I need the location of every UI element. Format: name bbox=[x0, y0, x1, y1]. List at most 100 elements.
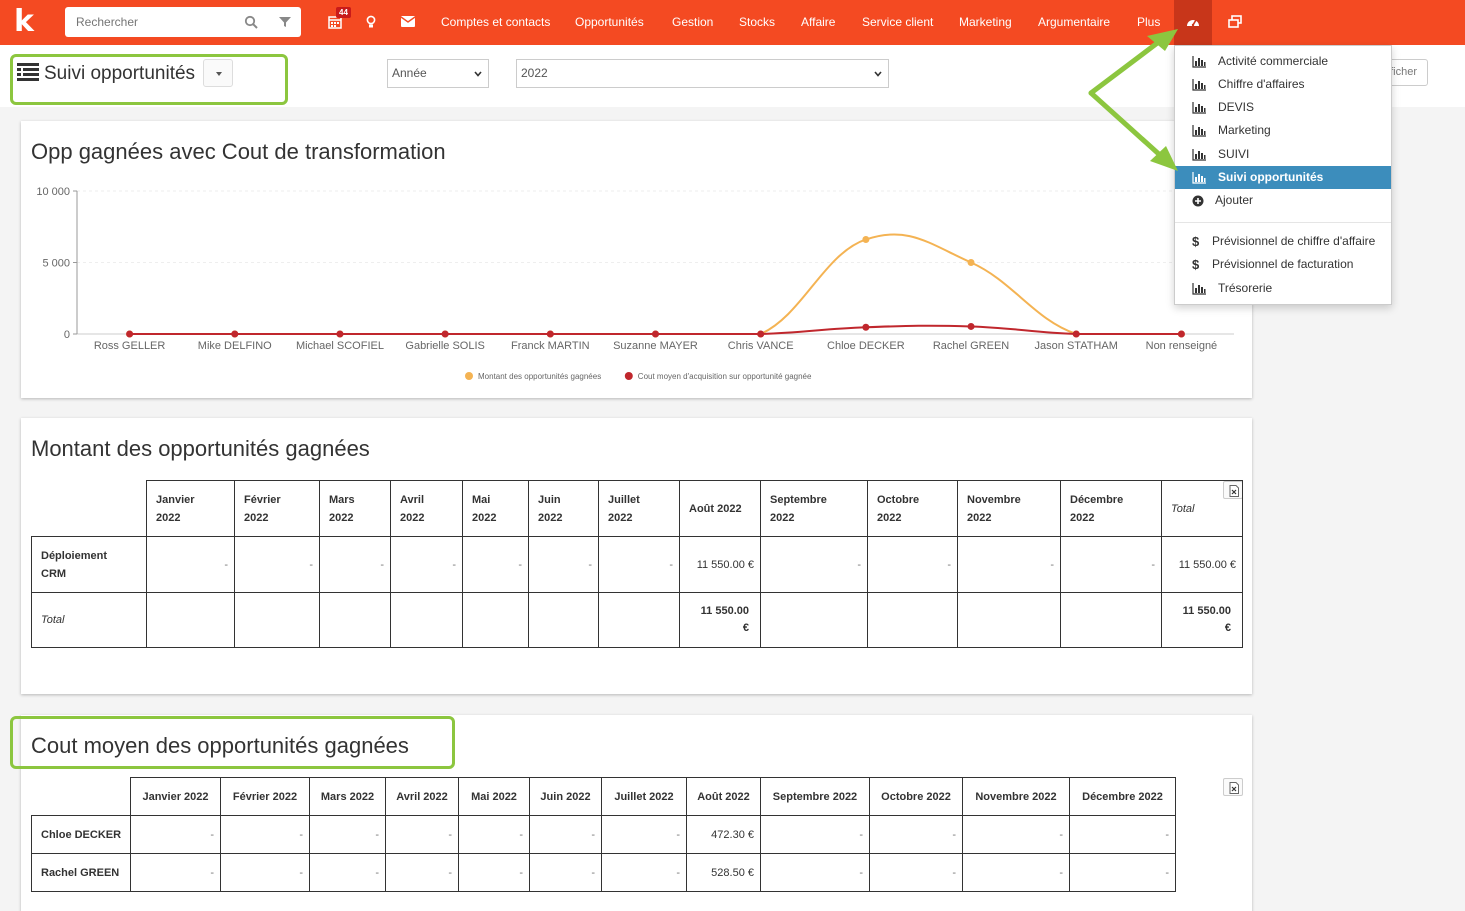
data-point bbox=[862, 323, 870, 331]
table-cell bbox=[1060, 592, 1162, 648]
filter-icon[interactable] bbox=[278, 15, 292, 29]
period-select[interactable]: Année bbox=[387, 59, 489, 88]
table-cell: 528.50 € bbox=[686, 853, 761, 892]
menu-item-activite[interactable]: Activité commerciale bbox=[1175, 50, 1391, 73]
report-options-dropdown[interactable] bbox=[203, 59, 233, 87]
x-tick-label: Michael SCOFIEL bbox=[296, 340, 384, 352]
table-cell bbox=[867, 592, 958, 648]
table1-title: Montant des opportunités gagnées bbox=[31, 436, 370, 461]
nav-stocks[interactable]: Stocks bbox=[739, 14, 775, 30]
y-tick-label: 5 000 bbox=[42, 258, 70, 270]
nav-plus[interactable]: Plus bbox=[1137, 14, 1160, 30]
year-select-value: 2022 bbox=[521, 66, 548, 80]
windows-icon[interactable] bbox=[1228, 15, 1242, 28]
col-header: Octobre 2022 bbox=[869, 777, 963, 816]
table-cell: - bbox=[528, 536, 599, 593]
nav-comptes-contacts[interactable]: Comptes et contacts bbox=[441, 14, 550, 30]
col-header: Décembre 2022 bbox=[1060, 480, 1162, 537]
menu-item-suivi-opportunites[interactable]: Suivi opportunités bbox=[1175, 166, 1391, 189]
col-header: Mai 2022 bbox=[458, 777, 530, 816]
table-cell: - bbox=[601, 853, 687, 892]
table-cell: - bbox=[962, 853, 1070, 892]
nav-opportunites[interactable]: Opportunités bbox=[575, 14, 644, 30]
col-header: Février 2022 bbox=[234, 480, 320, 537]
col-header: Novembre 2022 bbox=[962, 777, 1070, 816]
search-input[interactable] bbox=[65, 7, 240, 37]
menu-item-marketing[interactable]: Marketing bbox=[1175, 119, 1391, 142]
dashboard-dropdown-menu: Activité commerciale Chiffre d'affaires … bbox=[1174, 45, 1392, 305]
search-icon[interactable] bbox=[244, 15, 258, 29]
table-cell: 11 550.00 € bbox=[1161, 536, 1243, 593]
bar-chart-icon bbox=[1192, 102, 1206, 114]
data-point bbox=[231, 330, 239, 338]
data-point bbox=[126, 330, 134, 338]
series-line bbox=[129, 233, 1182, 335]
envelope-icon[interactable] bbox=[401, 16, 415, 27]
table-cell bbox=[957, 592, 1061, 648]
table-cell: - bbox=[529, 853, 602, 892]
excel-export-button[interactable] bbox=[1223, 778, 1243, 796]
table-cell: - bbox=[220, 815, 310, 854]
lightbulb-icon[interactable] bbox=[366, 15, 376, 29]
app-logo[interactable]: k bbox=[14, 7, 40, 37]
data-point bbox=[967, 259, 975, 266]
table-cell: - bbox=[234, 536, 320, 593]
menu-item-previsionnel-ca[interactable]: $ Prévisionnel de chiffre d'affaire bbox=[1175, 230, 1391, 253]
period-select-value: Année bbox=[392, 66, 427, 80]
menu-item-ajouter[interactable]: Ajouter bbox=[1175, 189, 1391, 212]
col-header: Septembre 2022 bbox=[760, 480, 868, 537]
col-header: Mars 2022 bbox=[319, 480, 391, 537]
dashboard-nav-button[interactable] bbox=[1174, 0, 1212, 45]
legend-marker bbox=[465, 372, 473, 380]
amount-table-card: Montant des opportunités gagnées Janvier… bbox=[21, 418, 1252, 694]
table-cell bbox=[462, 592, 529, 648]
nav-marketing[interactable]: Marketing bbox=[959, 14, 1012, 30]
table-cell: - bbox=[869, 853, 963, 892]
col-header: Septembre 2022 bbox=[760, 777, 870, 816]
bar-chart-icon bbox=[1192, 125, 1206, 137]
table-cell: - bbox=[760, 853, 870, 892]
x-tick-label: Rachel GREEN bbox=[933, 340, 1009, 352]
table-cell: - bbox=[130, 815, 221, 854]
dashboard-gauge-icon bbox=[1187, 19, 1199, 27]
table-cell bbox=[760, 592, 868, 648]
table-row: Rachel GREEN - - - - - - - 528.50 € - - … bbox=[31, 853, 1176, 892]
chevron-down-icon bbox=[874, 71, 882, 77]
table-row: Déploiement CRM - - - - - - - 11 550.00 €… bbox=[31, 536, 1243, 593]
total-total: 11 550.00 € bbox=[1161, 592, 1243, 648]
data-point bbox=[1072, 330, 1080, 338]
nav-affaire[interactable]: Affaire bbox=[801, 14, 835, 30]
table-cell: - bbox=[760, 536, 868, 593]
top-navbar: k 44 Comptes et contacts Opportunités Ge… bbox=[0, 0, 1465, 45]
menu-item-suivi[interactable]: SUIVI bbox=[1175, 143, 1391, 166]
data-point bbox=[757, 330, 765, 338]
table2-highlight-box bbox=[10, 716, 455, 769]
table-corner bbox=[31, 777, 131, 816]
col-header: Octobre 2022 bbox=[867, 480, 958, 537]
menu-item-previsionnel-facturation[interactable]: $ Prévisionnel de facturation bbox=[1175, 253, 1391, 276]
table-cell bbox=[390, 592, 463, 648]
line-chart: 10 000 5 000 0 Ross GELLER Mike DELFINO Micha… bbox=[36, 186, 1234, 381]
x-tick-label: Mike DELFINO bbox=[198, 340, 272, 352]
menu-item-devis[interactable]: DEVIS bbox=[1175, 96, 1391, 119]
menu-item-tresorerie[interactable]: Trésorerie bbox=[1175, 277, 1391, 300]
year-select[interactable]: 2022 bbox=[516, 59, 889, 88]
total-aug: 11 550.00 € bbox=[679, 592, 761, 648]
table-cell: - bbox=[458, 853, 530, 892]
x-tick-label: Non renseigné bbox=[1146, 340, 1218, 352]
table-cell: 472.30 € bbox=[686, 815, 761, 854]
col-header: Août 2022 bbox=[686, 777, 761, 816]
table-cell bbox=[146, 592, 235, 648]
menu-item-chiffre-affaires[interactable]: Chiffre d'affaires bbox=[1175, 73, 1391, 96]
nav-service-client[interactable]: Service client bbox=[862, 14, 933, 30]
table-cell: - bbox=[529, 815, 602, 854]
data-point bbox=[546, 330, 554, 338]
bar-chart-icon bbox=[1192, 149, 1206, 161]
nav-gestion[interactable]: Gestion bbox=[672, 14, 713, 30]
table-cell: - bbox=[309, 853, 386, 892]
x-tick-label: Ross GELLER bbox=[94, 340, 166, 352]
nav-argumentaire[interactable]: Argumentaire bbox=[1038, 14, 1110, 30]
y-tick-label: 0 bbox=[64, 329, 70, 341]
x-tick-label: Gabrielle SOLIS bbox=[405, 340, 484, 352]
table-cell: - bbox=[458, 815, 530, 854]
